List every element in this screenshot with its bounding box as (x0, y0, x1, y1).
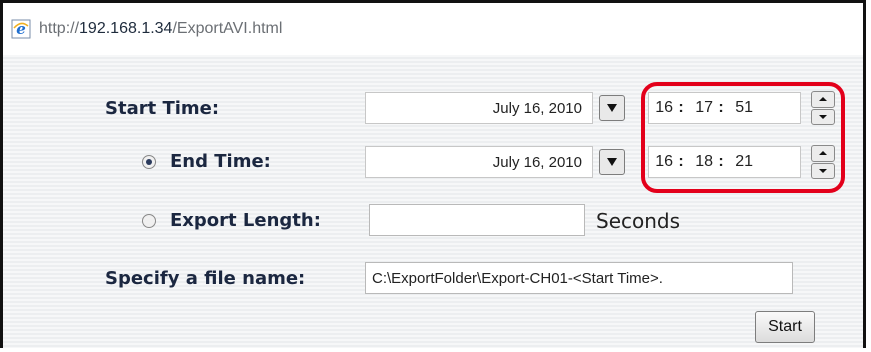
url-path: /ExportAVI.html (172, 20, 283, 37)
address-bar[interactable]: e http://192.168.1.34/ExportAVI.html (3, 3, 863, 56)
address-url[interactable]: http://192.168.1.34/ExportAVI.html (39, 20, 282, 38)
file-name-value: C:\ExportFolder\Export-CH01-<Start Time>… (372, 269, 663, 287)
start-time-label: Start Time: (105, 98, 220, 119)
start-button[interactable]: Start (755, 311, 815, 343)
url-host: 192.168.1.34 (79, 20, 173, 37)
end-date-value: July 16, 2010 (492, 153, 582, 171)
triangle-down-icon (607, 104, 617, 112)
end-time-label: End Time: (170, 151, 271, 172)
end-date-dropdown-button[interactable] (599, 149, 625, 175)
browser-window: e http://192.168.1.34/ExportAVI.html Sta… (0, 0, 866, 348)
time-fields-highlight (641, 82, 845, 193)
start-date-value: July 16, 2010 (492, 99, 582, 117)
ie-page-icon: e (11, 19, 31, 39)
svg-text:e: e (16, 20, 26, 38)
export-length-radio[interactable] (142, 214, 156, 228)
export-length-label: Export Length: (170, 210, 321, 231)
file-name-input[interactable]: C:\ExportFolder\Export-CH01-<Start Time>… (365, 262, 793, 294)
seconds-unit-label: Seconds (596, 209, 681, 233)
start-date-dropdown-button[interactable] (599, 95, 625, 121)
file-name-label: Specify a file name: (105, 268, 306, 289)
triangle-down-icon (607, 158, 617, 166)
export-length-input[interactable] (369, 204, 585, 236)
end-time-radio[interactable] (142, 155, 156, 169)
end-date-field[interactable]: July 16, 2010 (365, 146, 593, 178)
start-date-field[interactable]: July 16, 2010 (365, 92, 593, 124)
url-prefix: http:// (39, 20, 80, 37)
